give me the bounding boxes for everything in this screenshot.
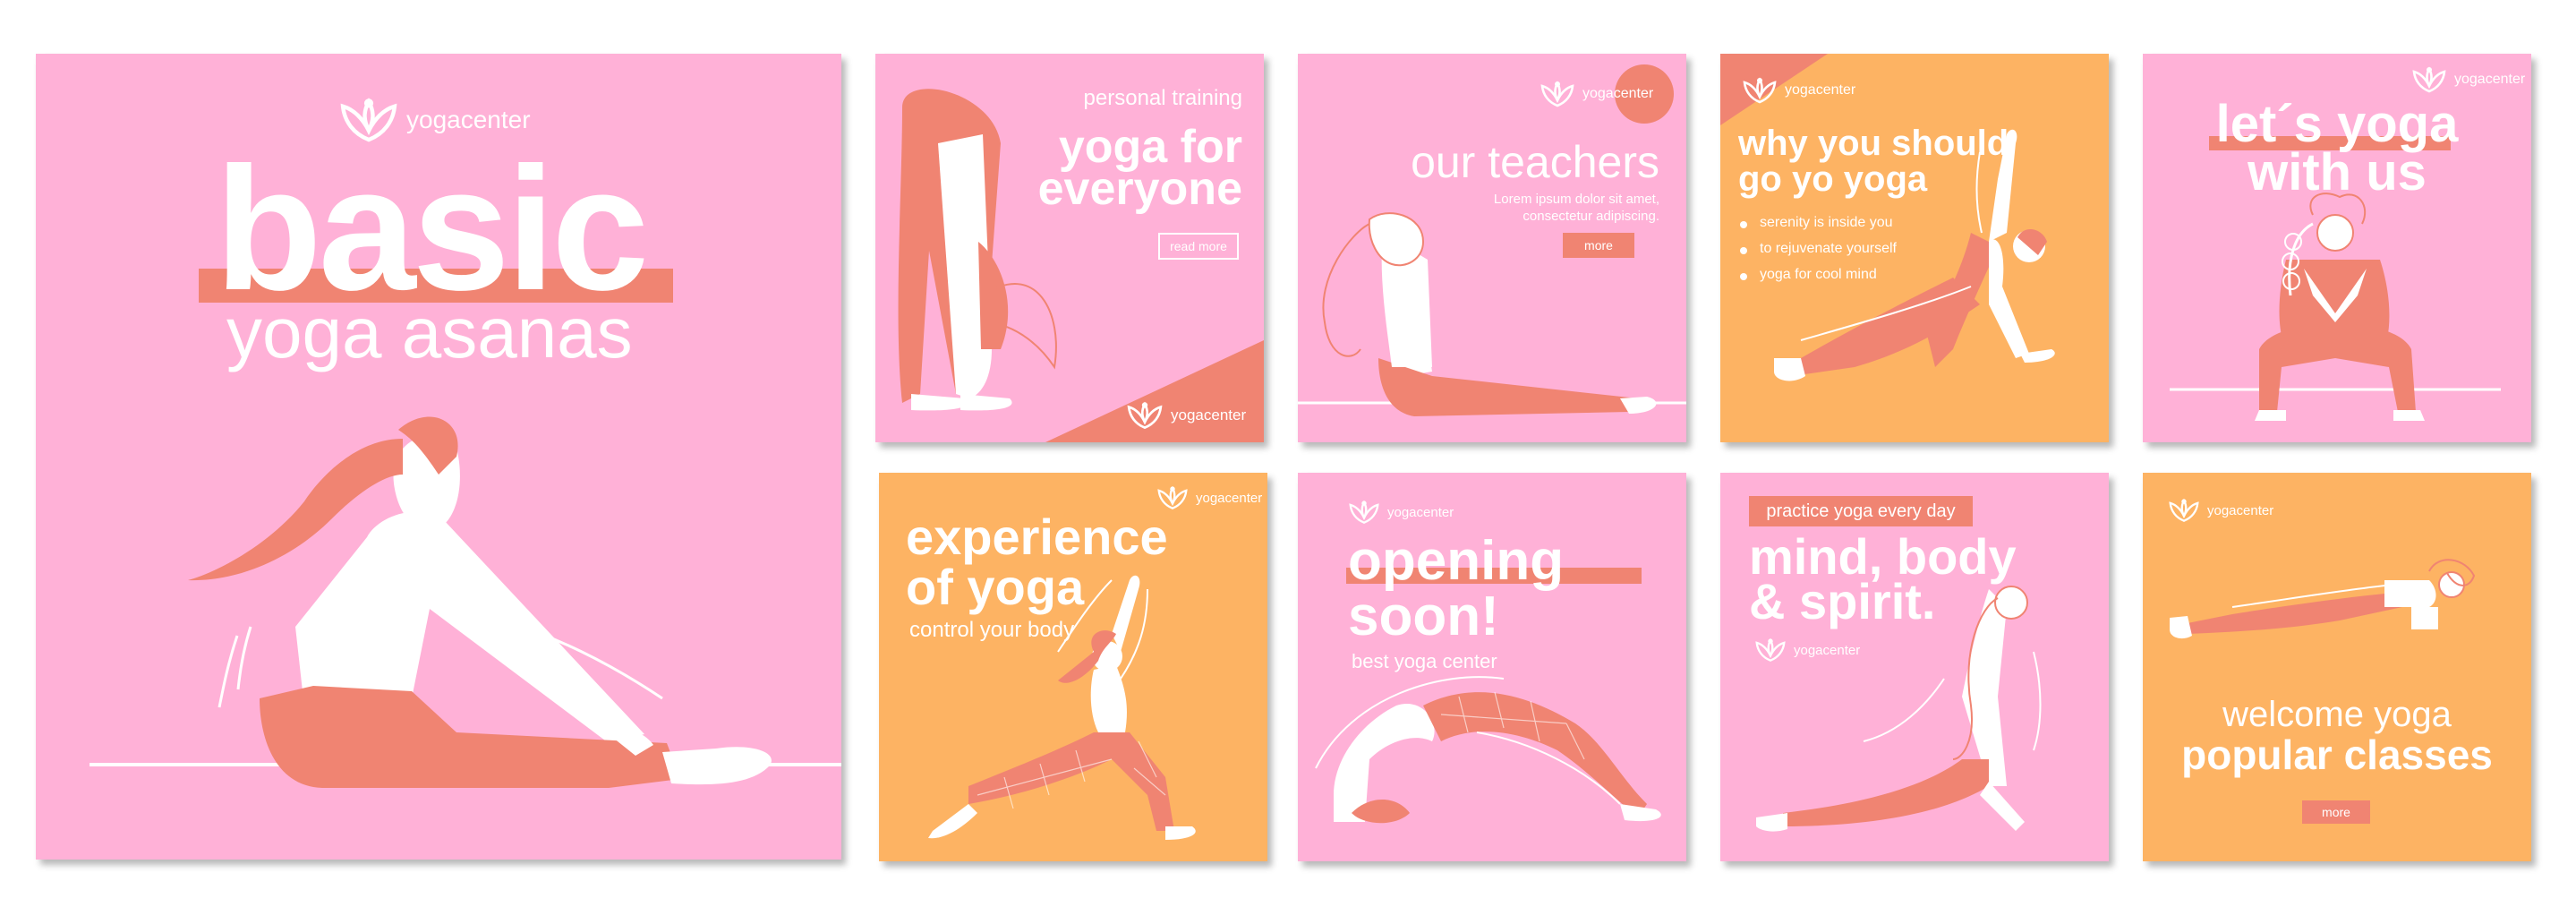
more-button[interactable]: more [2302,800,2370,824]
seated-forward-bend-figure [90,416,841,788]
card-title-line-2: popular classes [2181,732,2493,778]
lotus-icon [1126,401,1164,430]
card-yoga-for-everyone: personal training yoga for everyone read… [875,54,1264,442]
card-basic-yoga-asanas: yogacenter basic yoga asanas [36,54,841,860]
standing-forward-bend-figure [898,89,1264,442]
card-our-teachers: yogacenter our teachers Lorem ipsum dolo… [1298,54,1686,442]
wheel-pose-figure [1315,676,1661,824]
warrior-pose-figure [928,575,1196,840]
card-experience-of-yoga: yogacenter experience of yoga control yo… [879,473,1267,861]
seated-teacher-figure [1298,212,1686,416]
card-lets-yoga: yogacenter let´s yoga with us [2143,54,2531,442]
goddess-pose-figure [2170,192,2501,421]
card-opening-soon: yogacenter opening soon! best yoga cente… [1298,473,1686,861]
cobra-pose-figure [1756,586,2042,832]
card-mind-body-spirit: practice yoga every day mind, body & spi… [1720,473,2109,861]
card-why-yoga: yogacenter why you should go yo yoga ser… [1720,54,2109,442]
brand-logo-text: yogacenter [1171,406,1247,424]
brand-logo: yogacenter [1126,401,1246,430]
card-title-line-1: welcome yoga [2222,695,2452,734]
card-popular-classes: yogacenter welcome yoga popular classes … [2143,473,2531,861]
side-plank-figure [1774,129,2055,381]
